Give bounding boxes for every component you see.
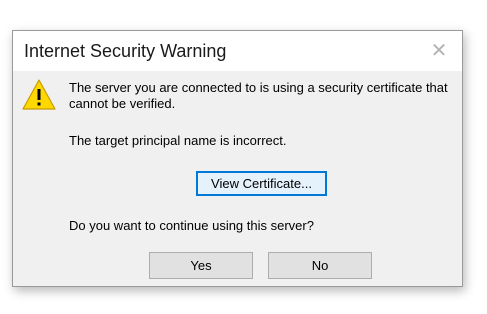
security-warning-dialog: Internet Security Warning ✕ The server y… <box>12 30 463 287</box>
no-button[interactable]: No <box>268 252 372 279</box>
view-certificate-button[interactable]: View Certificate... <box>196 171 327 196</box>
yes-button[interactable]: Yes <box>149 252 253 279</box>
principal-name-message: The target principal name is incorrect. <box>69 133 287 148</box>
warning-triangle-icon <box>22 79 56 110</box>
continue-question: Do you want to continue using this serve… <box>69 218 314 233</box>
close-icon[interactable]: ✕ <box>425 37 453 65</box>
dialog-title: Internet Security Warning <box>24 41 227 61</box>
dialog-titlebar: Internet Security Warning ✕ <box>13 31 462 71</box>
certificate-warning-message: The server you are connected to is using… <box>69 80 448 111</box>
